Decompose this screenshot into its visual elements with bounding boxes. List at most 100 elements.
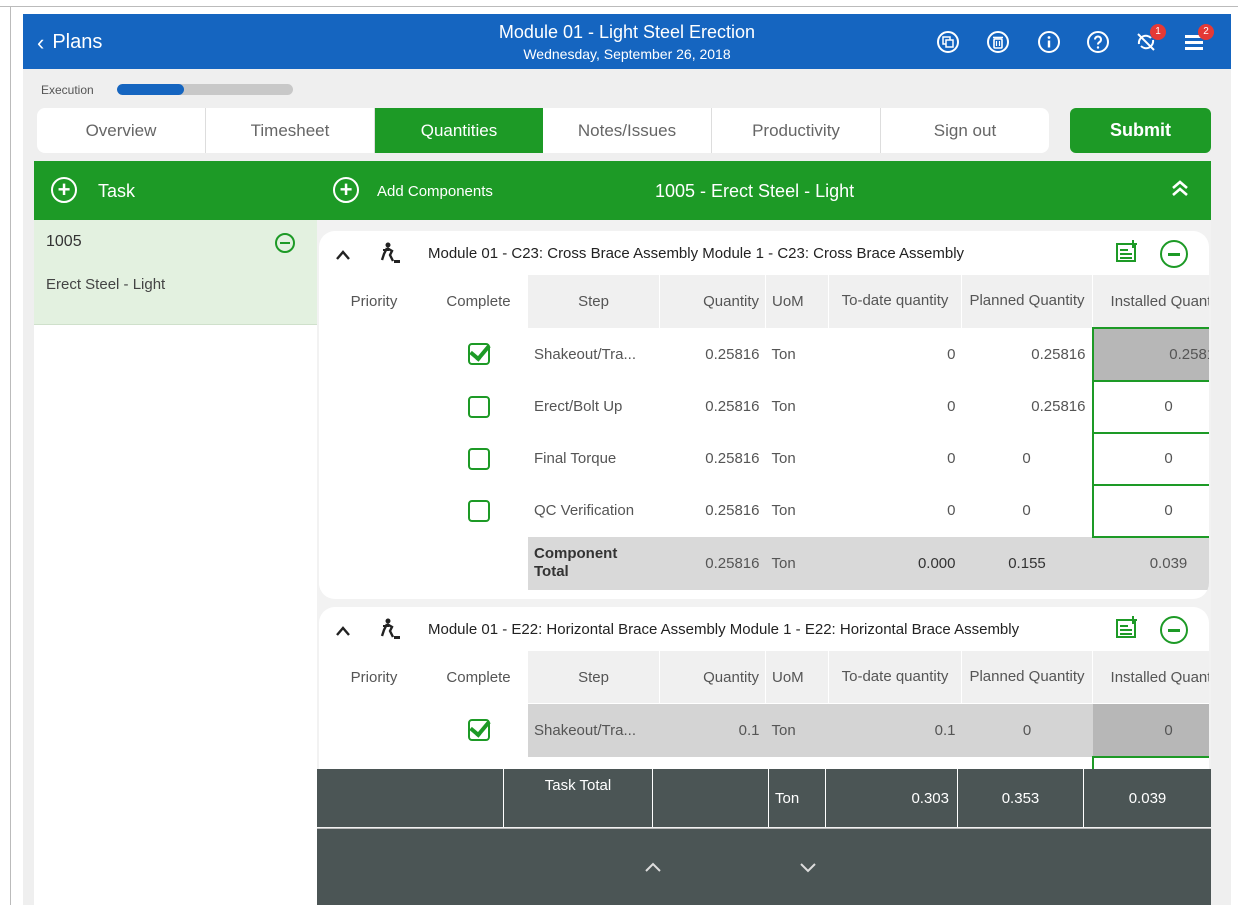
task-total-label: Task Total bbox=[503, 769, 652, 827]
uom-cell: Ton bbox=[765, 703, 829, 757]
tab-bar: Overview Timesheet Quantities Notes/Issu… bbox=[37, 108, 1049, 153]
step-cell: Shakeout/Tra... bbox=[528, 703, 660, 757]
menu-icon[interactable]: 2 bbox=[1182, 24, 1214, 54]
double-chevron-up-icon[interactable] bbox=[1169, 177, 1191, 205]
quantity-cell: 0.25816 bbox=[705, 346, 760, 363]
info-icon[interactable] bbox=[1037, 30, 1061, 54]
planned-cell: 0.25816 bbox=[1031, 346, 1086, 363]
col-to-date: To-date quantity bbox=[828, 275, 962, 329]
complete-cell bbox=[429, 704, 528, 758]
total-planned: 0.155 bbox=[961, 536, 1093, 590]
collapse-chevron-icon[interactable] bbox=[335, 621, 351, 642]
complete-cell bbox=[429, 381, 528, 433]
tab-notes-issues[interactable]: Notes/Issues bbox=[543, 108, 712, 153]
task-panel-header: + Task bbox=[34, 161, 317, 220]
checkbox-unchecked[interactable] bbox=[467, 395, 490, 418]
component-title: Module 01 - C23: Cross Brace Assembly Mo… bbox=[428, 245, 965, 262]
tab-timesheet[interactable]: Timesheet bbox=[206, 108, 375, 153]
quantity-cell: 0.25816 bbox=[705, 502, 760, 519]
col-installed: Installed Quantity bbox=[1092, 651, 1209, 704]
to-date-cell: 0 bbox=[947, 450, 956, 467]
tab-productivity[interactable]: Productivity bbox=[712, 108, 881, 153]
chevron-up-icon[interactable] bbox=[643, 857, 663, 877]
window-edge-top bbox=[0, 6, 1238, 7]
uom-cell: Ton bbox=[771, 398, 796, 415]
col-step: Step bbox=[528, 275, 660, 329]
screen-frame: ‹ Plans Module 01 - Light Steel Erection… bbox=[0, 0, 1238, 905]
tab-overview[interactable]: Overview bbox=[37, 108, 206, 153]
menu-badge: 2 bbox=[1198, 24, 1214, 40]
component-card-header: Module 01 - E22: Horizontal Brace Assemb… bbox=[319, 607, 1209, 651]
planned-cell: 0.25816 bbox=[1031, 398, 1086, 415]
trash-icon[interactable] bbox=[986, 30, 1010, 54]
collapse-chevron-icon[interactable] bbox=[335, 245, 351, 266]
installed-quantity-input[interactable]: 0 bbox=[1091, 379, 1209, 434]
complete-cell bbox=[429, 485, 528, 537]
copy-icon[interactable] bbox=[936, 30, 960, 54]
quantity-cell: 0.25816 bbox=[705, 450, 760, 467]
component-table: Priority Complete Step Quantity UoM To-d… bbox=[319, 275, 1209, 590]
add-components-label[interactable]: Add Components bbox=[377, 183, 493, 200]
task-total-to-date: 0.303 bbox=[825, 769, 957, 827]
priority-cell bbox=[319, 381, 429, 433]
col-quantity: Quantity bbox=[659, 651, 766, 704]
complete-cell bbox=[429, 433, 528, 485]
remove-component-icon[interactable] bbox=[1160, 240, 1188, 268]
total-to-date: 0.000 bbox=[828, 536, 962, 590]
component-title: Module 01 - E22: Horizontal Brace Assemb… bbox=[428, 621, 1020, 638]
checkbox-unchecked[interactable] bbox=[467, 499, 490, 522]
to-date-cell: 0 bbox=[947, 346, 956, 363]
installed-quantity-input[interactable]: 0.25816 bbox=[1091, 327, 1209, 382]
tab-sign-out[interactable]: Sign out bbox=[881, 108, 1049, 153]
step-cell: Final Torque bbox=[534, 450, 617, 467]
planned-cell: 0 bbox=[1022, 502, 1031, 519]
task-total-uom: Ton bbox=[768, 769, 825, 827]
col-priority: Priority bbox=[350, 293, 398, 310]
total-installed: 0.039 bbox=[1092, 536, 1209, 590]
priority-cell bbox=[319, 433, 429, 485]
to-date-cell: 0 bbox=[947, 502, 956, 519]
checkbox-unchecked[interactable] bbox=[467, 447, 490, 470]
planned-cell: 0 bbox=[1022, 450, 1031, 467]
remove-component-icon[interactable] bbox=[1160, 616, 1188, 644]
installed-quantity-input[interactable]: 0 bbox=[1091, 483, 1209, 538]
table-row: Shakeout/Tra... 0.25816 Ton 0 0.25816 0.… bbox=[319, 327, 1209, 382]
task-panel: + Task 1005 Erect Steel - Light bbox=[34, 161, 317, 905]
task-panel-title: Task bbox=[98, 181, 136, 201]
col-uom: UoM bbox=[765, 651, 829, 704]
component-total-row: Component Total 0.25816 Ton 0.000 0.155 … bbox=[319, 536, 1209, 590]
checkbox-checked[interactable] bbox=[467, 719, 490, 742]
components-panel: + Add Components 1005 - Erect Steel - Li… bbox=[317, 161, 1211, 905]
task-name: Erect Steel - Light bbox=[46, 276, 166, 293]
quantity-cell: 0.1 bbox=[659, 703, 766, 757]
col-to-date: To-date quantity bbox=[828, 651, 962, 704]
table-header-row: Priority Complete Step Quantity UoM To-d… bbox=[319, 651, 1209, 704]
col-priority: Priority bbox=[350, 668, 398, 686]
add-list-icon[interactable] bbox=[1115, 616, 1139, 640]
step-cell: QC Verification bbox=[534, 502, 635, 519]
execution-label: Execution bbox=[41, 83, 94, 97]
add-task-icon[interactable]: + bbox=[51, 177, 77, 203]
installed-quantity-input[interactable]: 0 bbox=[1092, 703, 1209, 757]
col-quantity: Quantity bbox=[659, 275, 766, 329]
tab-quantities[interactable]: Quantities bbox=[375, 108, 543, 153]
checkbox-checked[interactable] bbox=[467, 343, 490, 366]
task-list-item[interactable]: 1005 Erect Steel - Light bbox=[34, 220, 317, 325]
sync-icon[interactable]: 1 bbox=[1134, 24, 1166, 54]
total-uom: Ton bbox=[765, 536, 829, 590]
uom-cell: Ton bbox=[771, 346, 796, 363]
installed-quantity-input[interactable]: 0 bbox=[1091, 431, 1209, 486]
worker-icon bbox=[379, 617, 403, 641]
task-id: 1005 bbox=[46, 233, 82, 250]
remove-task-icon[interactable] bbox=[275, 233, 295, 253]
chevron-down-icon[interactable] bbox=[798, 857, 818, 877]
add-list-icon[interactable] bbox=[1115, 240, 1139, 264]
submit-button[interactable]: Submit bbox=[1070, 108, 1211, 153]
pager-bar bbox=[317, 828, 1211, 905]
component-card: Module 01 - C23: Cross Brace Assembly Mo… bbox=[319, 231, 1209, 599]
add-components-icon[interactable]: + bbox=[333, 177, 359, 203]
sync-badge: 1 bbox=[1150, 24, 1166, 40]
app: ‹ Plans Module 01 - Light Steel Erection… bbox=[23, 14, 1231, 905]
help-icon[interactable] bbox=[1086, 30, 1110, 54]
table-row: Shakeout/Tra... 0.1 Ton 0.1 0 0 bbox=[319, 703, 1209, 758]
